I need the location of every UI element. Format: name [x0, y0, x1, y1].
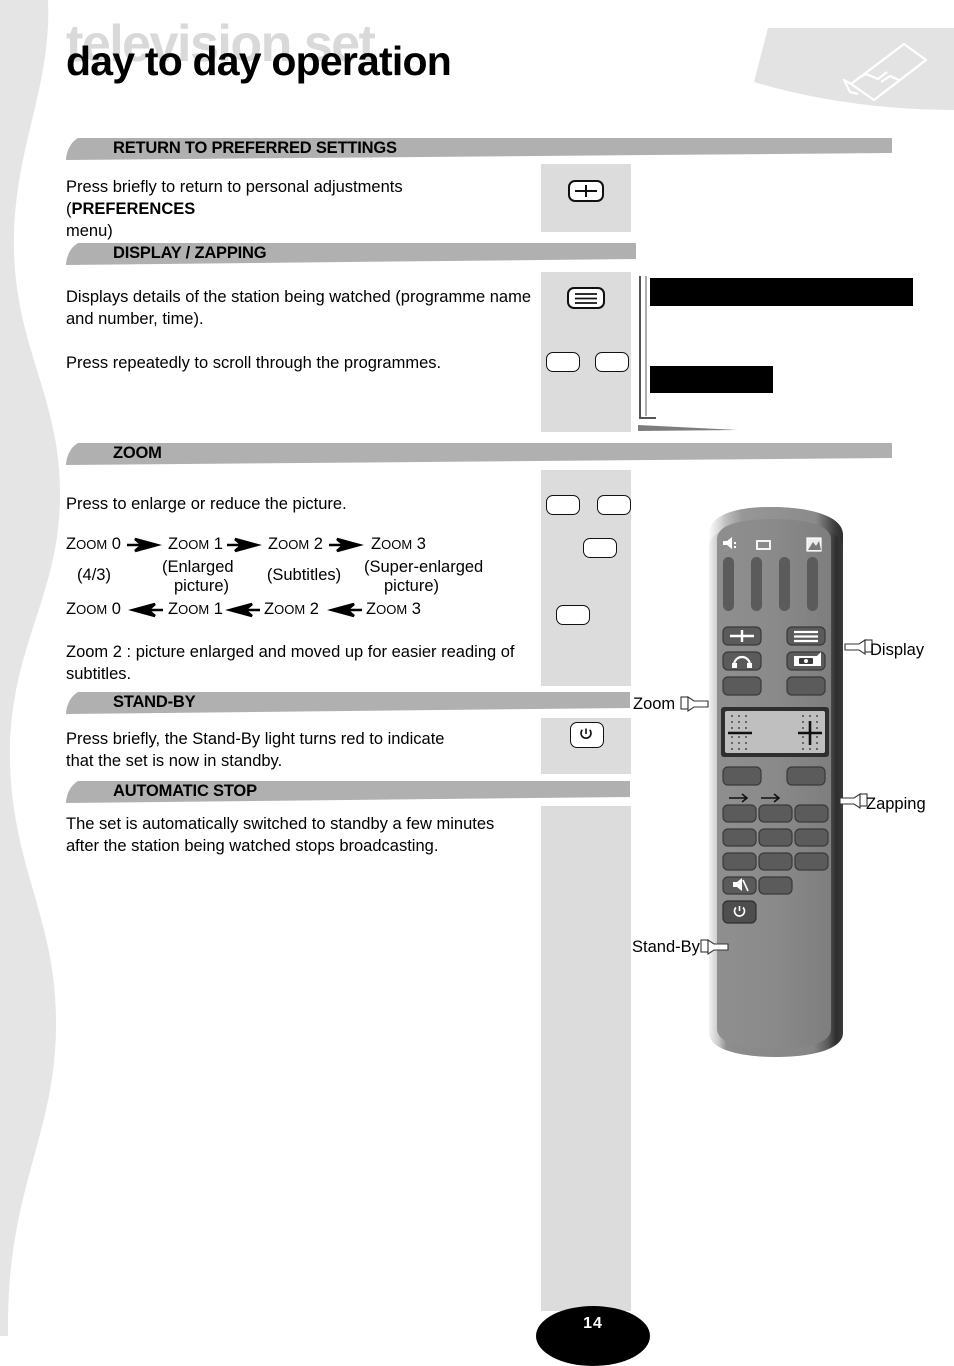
- zoom-number: 3: [416, 535, 426, 553]
- zoom-caption-3-line2: picture): [384, 577, 440, 595]
- callout-label-zoom: Zoom: [633, 695, 676, 713]
- zoom-caption-1-line2: picture): [174, 577, 230, 595]
- zoom-number: 1: [213, 600, 223, 618]
- zoom-number: 2: [313, 535, 323, 553]
- standby-key-outline[interactable]: [570, 722, 604, 748]
- zoom-step-3-backward: ZOOM 3: [366, 600, 421, 619]
- section-title-stand-by: STAND-BY: [113, 693, 196, 711]
- section-banner-zoom: [66, 441, 892, 467]
- zoom-label-z: Z: [66, 600, 77, 618]
- body-standby: Press briefly, the Stand-By light turns …: [66, 728, 536, 772]
- osd-callout-shadow: [638, 418, 738, 431]
- callout-hand-zoom-icon: [680, 695, 709, 713]
- zoom-step-1-backward: ZOOM 1: [168, 600, 223, 619]
- zoom-caption-3-line1: (Super-enlarged: [364, 558, 484, 576]
- zoom-number: 3: [411, 600, 421, 618]
- callout-hand-zapping-icon: [839, 792, 868, 810]
- section-title-display-zapping: DISPLAY / ZAPPING: [113, 244, 267, 262]
- arrow-right-icon: [329, 537, 364, 553]
- zoom-label-z: Z: [268, 535, 279, 553]
- zoom-key-d-outline[interactable]: [556, 605, 590, 625]
- zoom-number: 0: [111, 600, 121, 618]
- zoom-label-oom: OOM: [381, 537, 413, 552]
- preferences-key-outline[interactable]: [568, 180, 604, 202]
- body-display-paragraph-2: Press repeatedly to scroll through the p…: [66, 354, 442, 372]
- section-title-return-to-preferred-settings: RETURN TO PREFERRED SETTINGS: [113, 139, 397, 157]
- callout-hand-display-icon: [844, 638, 873, 656]
- zoom-label-oom: OOM: [178, 602, 210, 617]
- zoom-label-z: Z: [366, 600, 377, 618]
- body-automatic-stop-line-2: after the station being watched stops br…: [66, 837, 439, 855]
- body-text-part-2: menu): [66, 222, 113, 240]
- arrow-right-icon: [127, 537, 162, 553]
- page-title: day to day operation: [66, 38, 452, 84]
- zoom-step-0-backward: ZOOM 0: [66, 600, 121, 619]
- zoom-key-b-outline[interactable]: [597, 495, 631, 515]
- callout-label-zapping: Zapping: [866, 795, 926, 813]
- section-title-zoom: ZOOM: [113, 444, 162, 462]
- section-title-automatic-stop: AUTOMATIC STOP: [113, 782, 257, 800]
- key-panel-automatic-stop: [541, 806, 631, 1311]
- corner-remote-decoration: [754, 28, 954, 110]
- zoom-caption-3: (Super-enlarged picture): [364, 558, 494, 596]
- zoom-label-z: Z: [168, 600, 179, 618]
- callout-label-display: Display: [870, 641, 925, 659]
- zapping-key-left-outline[interactable]: [546, 352, 580, 372]
- zoom-caption-1-line1: (Enlarged: [162, 558, 234, 576]
- remote-control-illustration: [709, 507, 843, 1057]
- zoom-label-oom: OOM: [376, 602, 408, 617]
- osd-bar-programme-number: [650, 366, 773, 393]
- zoom-label-oom: OOM: [274, 602, 306, 617]
- body-zoom-paragraph-1: Press to enlarge or reduce the picture.: [66, 495, 347, 513]
- arrow-right-icon: [227, 537, 262, 553]
- zoom-step-0-forward: ZOOM 0: [66, 535, 121, 554]
- body-display-paragraph-1: Displays details of the station being wa…: [66, 288, 531, 328]
- body-zoom-note: Zoom 2 : picture enlarged and moved up f…: [66, 643, 515, 683]
- zoom-key-c-outline[interactable]: [583, 538, 617, 558]
- body-standby-line-2: that the set is now in standby.: [66, 752, 283, 770]
- display-key-outline[interactable]: [567, 287, 605, 309]
- zoom-number: 1: [213, 535, 223, 553]
- arrow-left-icon: [225, 602, 260, 618]
- zoom-step-2-backward: ZOOM 2: [264, 600, 319, 619]
- zoom-caption-2: (Subtitles): [266, 566, 342, 584]
- zoom-label-oom: OOM: [178, 537, 210, 552]
- body-automatic-stop: The set is automatically switched to sta…: [66, 813, 536, 857]
- zoom-label-z: Z: [264, 600, 275, 618]
- body-standby-line-1: Press briefly, the Stand-By light turns …: [66, 730, 445, 748]
- zoom-label-oom: OOM: [278, 537, 310, 552]
- zoom-caption-0: (4/3): [77, 566, 111, 584]
- zapping-key-right-outline[interactable]: [595, 352, 629, 372]
- zoom-step-3-forward: ZOOM 3: [371, 535, 426, 554]
- osd-bar-programme-info: [650, 278, 913, 306]
- zoom-caption-1: (Enlarged picture): [162, 558, 254, 596]
- callout-label-standby: Stand-By: [632, 938, 700, 956]
- zoom-label-z: Z: [168, 535, 179, 553]
- zoom-step-1-forward: ZOOM 1: [168, 535, 223, 554]
- body-text-bold: PREFERENCES: [71, 200, 196, 218]
- zoom-label-z: Z: [66, 535, 77, 553]
- zoom-label-z: Z: [371, 535, 382, 553]
- zoom-step-2-forward: ZOOM 2: [268, 535, 323, 554]
- callout-hand-standby-icon: [700, 938, 729, 956]
- body-automatic-stop-line-1: The set is automatically switched to sta…: [66, 815, 495, 833]
- arrow-left-icon: [327, 602, 362, 618]
- arrow-left-icon: [128, 602, 163, 618]
- zoom-label-oom: OOM: [76, 602, 108, 617]
- manual-page: television set day to day operation RETU…: [0, 0, 954, 1366]
- zoom-key-a-outline[interactable]: [546, 495, 580, 515]
- zoom-number: 2: [309, 600, 319, 618]
- page-number: 14: [583, 1315, 603, 1332]
- body-return-to-preferred-settings: Press briefly to return to personal adju…: [66, 176, 536, 242]
- zoom-label-oom: OOM: [76, 537, 108, 552]
- zoom-number: 0: [111, 535, 121, 553]
